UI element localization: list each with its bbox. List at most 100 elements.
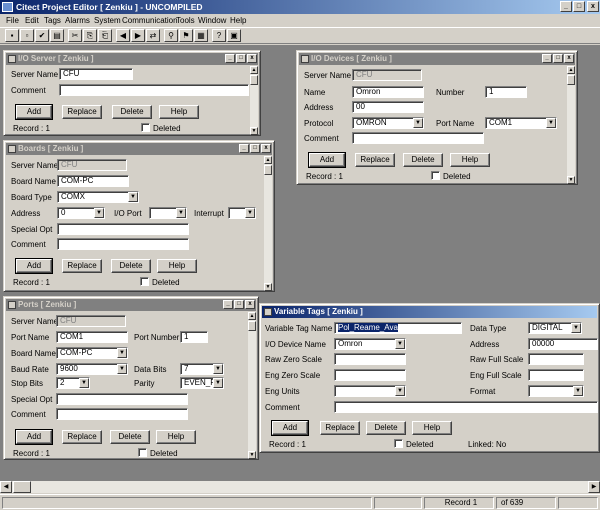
special-opt-field[interactable] [57, 223, 189, 235]
scroll-up-icon[interactable]: ▲ [250, 66, 258, 74]
chevron-down-icon[interactable]: ▼ [94, 208, 104, 218]
scroll-down-icon[interactable]: ▼ [250, 127, 258, 135]
chevron-down-icon[interactable]: ▼ [573, 386, 583, 396]
find-icon[interactable]: ⚲ [164, 29, 178, 42]
comment-field[interactable] [352, 132, 484, 144]
deleted-checkbox[interactable] [141, 123, 150, 132]
chevron-down-icon[interactable]: ▼ [395, 386, 405, 396]
menu-tags[interactable]: Tags [44, 14, 61, 27]
protocol-dropdown[interactable]: OMRON ▼ [352, 117, 424, 129]
book-icon[interactable]: ▣ [227, 29, 241, 42]
close-icon[interactable]: x [245, 300, 255, 309]
ports-scrollbar[interactable]: ▲ ▼ [248, 312, 256, 459]
replace-button[interactable]: Replace [62, 259, 102, 273]
menu-file[interactable]: File [6, 14, 19, 27]
scroll-down-icon[interactable]: ▼ [248, 451, 256, 459]
deleted-checkbox[interactable] [138, 448, 147, 457]
add-button[interactable]: Add [15, 104, 53, 120]
eng-full-field[interactable] [528, 369, 584, 381]
scroll-thumb[interactable] [264, 165, 272, 175]
boards-title-bar[interactable]: Boards [ Zenkiu ] _ □ x [6, 143, 272, 155]
chevron-down-icon[interactable]: ▼ [213, 364, 223, 374]
chevron-down-icon[interactable]: ▼ [413, 118, 423, 128]
close-icon[interactable]: x [564, 54, 574, 63]
link-icon[interactable]: ⇄ [146, 29, 160, 42]
io-device-dropdown[interactable]: Omron ▼ [334, 338, 406, 350]
chevron-down-icon[interactable]: ▼ [79, 378, 89, 388]
cut-icon[interactable]: ✂ [68, 29, 82, 42]
board-name-dropdown[interactable]: COM-PC ▼ [56, 347, 128, 359]
paste-icon[interactable]: ⎗ [98, 29, 112, 42]
address-field[interactable]: 00 [352, 101, 424, 113]
scroll-left-icon[interactable]: ◀ [0, 481, 12, 493]
restore-icon[interactable]: □ [234, 300, 244, 309]
copy-icon[interactable]: ⎘ [83, 29, 97, 42]
scroll-down-icon[interactable]: ▼ [567, 176, 575, 184]
io-server-scrollbar[interactable]: ▲ ▼ [250, 66, 258, 135]
boards-scrollbar[interactable]: ▲ ▼ [264, 156, 272, 291]
replace-button[interactable]: Replace [62, 105, 102, 119]
replace-button[interactable]: Replace [62, 430, 102, 444]
scroll-up-icon[interactable]: ▲ [248, 312, 256, 320]
scroll-thumb[interactable] [248, 321, 256, 331]
menu-alarms[interactable]: Alarms [65, 14, 90, 27]
menu-tools[interactable]: Tools [176, 14, 195, 27]
maximize-icon[interactable]: □ [573, 1, 585, 12]
delete-button[interactable]: Delete [110, 430, 150, 444]
board-name-field[interactable]: COM-PC [57, 175, 129, 187]
add-button[interactable]: Add [15, 258, 53, 274]
port-name-field[interactable]: COM1 [56, 331, 128, 343]
minimize-icon[interactable]: _ [239, 144, 249, 153]
io-devices-scrollbar[interactable]: ▲ ▼ [567, 66, 575, 184]
chevron-down-icon[interactable]: ▼ [571, 323, 581, 333]
add-button[interactable]: Add [271, 420, 309, 436]
tag-name-field[interactable]: Pol_Reame_Ava [334, 322, 462, 334]
stop-bits-dropdown[interactable]: 2 ▼ [56, 377, 90, 389]
help-icon[interactable]: ? [212, 29, 226, 42]
scroll-thumb[interactable] [567, 75, 575, 85]
data-bits-dropdown[interactable]: 7 ▼ [180, 363, 224, 375]
chevron-down-icon[interactable]: ▼ [213, 378, 223, 388]
chevron-down-icon[interactable]: ▼ [176, 208, 186, 218]
delete-button[interactable]: Delete [111, 259, 151, 273]
delete-button[interactable]: Delete [366, 421, 406, 435]
deleted-checkbox[interactable] [431, 171, 440, 180]
add-button[interactable]: Add [15, 429, 53, 445]
close-icon[interactable]: x [261, 144, 271, 153]
add-button[interactable]: Add [308, 152, 346, 168]
port-number-field[interactable]: 1 [180, 331, 208, 343]
tag-icon[interactable]: ▦ [194, 29, 208, 42]
help-button[interactable]: Help [412, 421, 452, 435]
board-type-dropdown[interactable]: COMX ▼ [57, 191, 139, 203]
print-icon[interactable]: ▤ [50, 29, 64, 42]
port-name-dropdown[interactable]: COM1 ▼ [485, 117, 557, 129]
data-type-dropdown[interactable]: DIGITAL ▼ [528, 322, 582, 334]
minimize-icon[interactable]: _ [223, 300, 233, 309]
address-field[interactable]: 00000 [528, 338, 598, 350]
deleted-checkbox[interactable] [394, 439, 403, 448]
replace-button[interactable]: Replace [320, 421, 360, 435]
help-button[interactable]: Help [159, 105, 199, 119]
scroll-down-icon[interactable]: ▼ [264, 283, 272, 291]
comment-field[interactable] [59, 84, 249, 96]
comment-field[interactable] [56, 408, 188, 420]
baud-rate-dropdown[interactable]: 9600 ▼ [56, 363, 128, 375]
chevron-down-icon[interactable]: ▼ [395, 339, 405, 349]
replace-button[interactable]: Replace [355, 153, 395, 167]
io-port-dropdown[interactable]: ▼ [149, 207, 187, 219]
close-icon[interactable]: x [247, 54, 257, 63]
run-icon[interactable]: ⚑ [179, 29, 193, 42]
help-button[interactable]: Help [157, 259, 197, 273]
interrupt-dropdown[interactable]: ▼ [228, 207, 256, 219]
prev-record-icon[interactable]: ◀ [116, 29, 130, 42]
open-icon[interactable]: ▫ [20, 29, 34, 42]
server-name-field[interactable]: CFU [59, 68, 133, 80]
io-server-title-bar[interactable]: I/O Server [ Zenkiu ] _ □ x [6, 53, 258, 65]
device-name-field[interactable]: Omron [352, 86, 424, 98]
ports-title-bar[interactable]: Ports [ Zenkiu ] _ □ x [6, 299, 256, 311]
scroll-thumb[interactable] [13, 481, 31, 493]
format-dropdown[interactable]: ▼ [528, 385, 584, 397]
chevron-down-icon[interactable]: ▼ [117, 364, 127, 374]
restore-icon[interactable]: □ [250, 144, 260, 153]
scroll-up-icon[interactable]: ▲ [567, 66, 575, 74]
